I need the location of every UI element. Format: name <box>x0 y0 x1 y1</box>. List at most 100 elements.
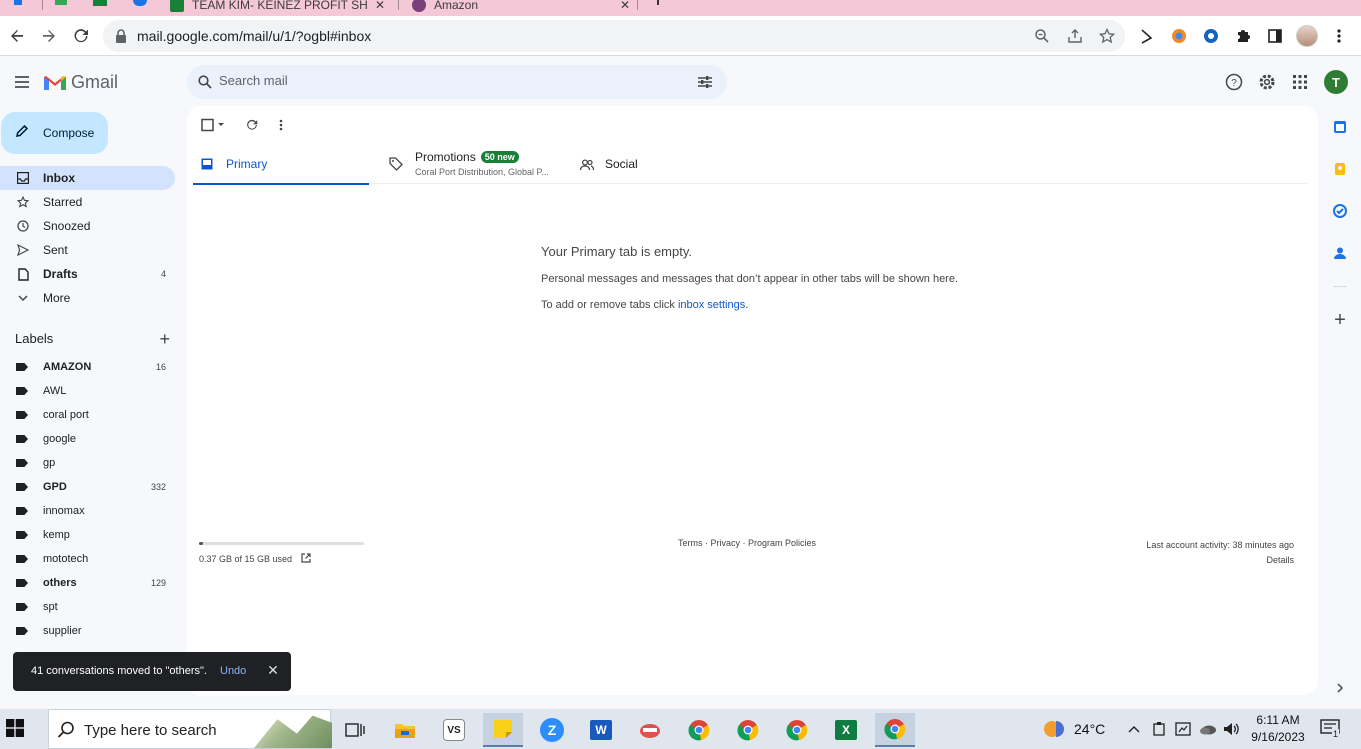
tab-primary[interactable]: Primary <box>193 146 369 185</box>
tray-device-icon[interactable] <box>1152 709 1166 749</box>
more-options-icon[interactable] <box>272 116 290 134</box>
file-explorer-icon[interactable] <box>385 713 425 747</box>
label-item[interactable]: spt <box>0 595 175 619</box>
chrome-icon[interactable] <box>728 713 768 747</box>
nav-drafts[interactable]: Drafts 4 <box>0 262 175 286</box>
nav-inbox[interactable]: Inbox <box>0 166 175 190</box>
search-icon[interactable] <box>198 75 212 94</box>
tab-profit-sheet[interactable]: TEAM KIM- KEINEZ PROFIT SHEET ✕ <box>170 0 385 16</box>
label-item[interactable]: mototech <box>0 547 175 571</box>
undo-button[interactable]: Undo <box>220 665 246 677</box>
zoom-icon[interactable] <box>1032 26 1052 46</box>
app-icon-helmet[interactable] <box>630 713 670 747</box>
label-count: 332 <box>150 482 166 492</box>
settings-gear-icon[interactable] <box>1255 70 1279 94</box>
label-item[interactable]: kemp <box>0 523 175 547</box>
new-tab-icon[interactable] <box>657 0 659 5</box>
inbox-settings-link[interactable]: inbox settings <box>678 299 745 311</box>
label-item[interactable]: GPD 332 <box>0 475 175 499</box>
browser-tabstrip: TEAM KIM- KEINEZ PROFIT SHEET ✕ Amazon ✕ <box>0 0 1361 16</box>
label-item[interactable]: gp <box>0 451 175 475</box>
open-external-icon[interactable] <box>301 553 311 565</box>
tray-app-icon[interactable] <box>1175 709 1191 749</box>
keep-icon[interactable] <box>1331 160 1349 178</box>
close-tab-icon[interactable]: ✕ <box>375 0 385 12</box>
chevron-right-icon[interactable] <box>1331 679 1349 697</box>
chrome-icon[interactable] <box>875 713 915 747</box>
extension-arrow-icon[interactable] <box>1135 24 1159 48</box>
label-item[interactable]: others 129 <box>0 571 175 595</box>
refresh-icon[interactable] <box>243 116 261 134</box>
close-tab-icon[interactable]: ✕ <box>620 0 630 12</box>
tab-amazon[interactable]: Amazon ✕ <box>412 0 630 16</box>
taskbar-clock[interactable]: 6:11 AM 9/16/2023 <box>1248 712 1308 746</box>
nav-sent[interactable]: Sent <box>0 238 175 262</box>
search-input[interactable] <box>219 73 679 88</box>
label-item[interactable]: supplier <box>0 619 175 643</box>
account-avatar[interactable]: T <box>1324 70 1348 94</box>
word-icon[interactable]: W <box>581 713 621 747</box>
label-item[interactable]: AWL <box>0 379 175 403</box>
chrome-icon[interactable] <box>679 713 719 747</box>
volume-icon[interactable] <box>1223 709 1241 749</box>
chrome-icon[interactable] <box>777 713 817 747</box>
label-item[interactable]: AMAZON 16 <box>0 355 175 379</box>
browser-menu-icon[interactable] <box>1327 24 1351 48</box>
select-checkbox-icon[interactable] <box>199 116 227 134</box>
side-panel-icon[interactable] <box>1263 24 1287 48</box>
search-options-icon[interactable] <box>697 74 713 95</box>
nav-more[interactable]: More <box>0 286 175 310</box>
profile-avatar[interactable] <box>1295 24 1319 48</box>
notifications-icon[interactable]: 1 <box>1320 719 1342 739</box>
contacts-icon[interactable] <box>1331 244 1349 262</box>
compose-button[interactable]: Compose <box>1 112 108 154</box>
extensions-puzzle-icon[interactable] <box>1231 24 1255 48</box>
bookmark-star-icon[interactable] <box>1097 26 1117 46</box>
nav-starred[interactable]: Starred <box>0 190 175 214</box>
extension-blue-icon[interactable] <box>1199 24 1223 48</box>
gmail-logo[interactable]: Gmail <box>43 72 118 93</box>
taskbar-search[interactable]: Type here to search <box>48 709 332 749</box>
label-name: coral port <box>43 409 89 421</box>
tasks-icon[interactable] <box>1331 202 1349 220</box>
sheets-icon <box>170 0 184 12</box>
amazon-favicon-icon <box>412 0 426 12</box>
zoom-app-icon[interactable]: Z <box>532 713 572 747</box>
extension-orange-icon[interactable] <box>1167 24 1191 48</box>
tab-promotions[interactable]: Promotions 50 new Coral Port Distribution… <box>389 146 569 184</box>
share-icon[interactable] <box>1065 26 1085 46</box>
close-icon[interactable]: ✕ <box>265 662 281 678</box>
new-count-badge: 50 new <box>480 151 519 163</box>
forward-icon[interactable] <box>37 24 61 48</box>
label-item[interactable]: coral port <box>0 403 175 427</box>
show-hidden-icons-icon[interactable] <box>1128 709 1140 749</box>
back-icon[interactable] <box>5 24 29 48</box>
main-menu-icon[interactable] <box>10 70 34 94</box>
draft-icon <box>16 267 30 281</box>
reload-icon[interactable] <box>69 24 93 48</box>
create-label-icon[interactable]: + <box>159 329 170 350</box>
details-link[interactable]: Details <box>1146 553 1294 568</box>
nav-snoozed[interactable]: Snoozed <box>0 214 175 238</box>
excel-icon[interactable]: X <box>826 713 866 747</box>
tab-social[interactable]: Social <box>579 146 740 184</box>
tab-favicon <box>14 0 22 5</box>
app-icon-vs[interactable]: VS <box>434 713 474 747</box>
sticky-notes-icon[interactable] <box>483 713 523 747</box>
address-bar[interactable]: mail.google.com/mail/u/1/?ogbl#inbox <box>103 20 1125 52</box>
label-item[interactable]: innomax <box>0 499 175 523</box>
add-addon-icon[interactable]: + <box>1331 309 1349 331</box>
label-item[interactable]: google <box>0 427 175 451</box>
windows-start-icon[interactable] <box>6 719 30 741</box>
weather-widget[interactable]: 24°C <box>1042 709 1105 749</box>
apps-grid-icon[interactable] <box>1288 70 1312 94</box>
help-icon[interactable]: ? <box>1222 70 1246 94</box>
footer-policy-links[interactable]: Terms · Privacy · Program Policies <box>678 538 816 548</box>
task-view-icon[interactable] <box>335 713 375 747</box>
calendar-icon[interactable] <box>1331 118 1349 136</box>
search-bar[interactable] <box>187 65 727 99</box>
onedrive-icon[interactable] <box>1199 709 1217 749</box>
taskbar-search-text: Type here to search <box>84 722 217 739</box>
nav-label: More <box>43 291 71 305</box>
tag-icon <box>389 157 403 176</box>
